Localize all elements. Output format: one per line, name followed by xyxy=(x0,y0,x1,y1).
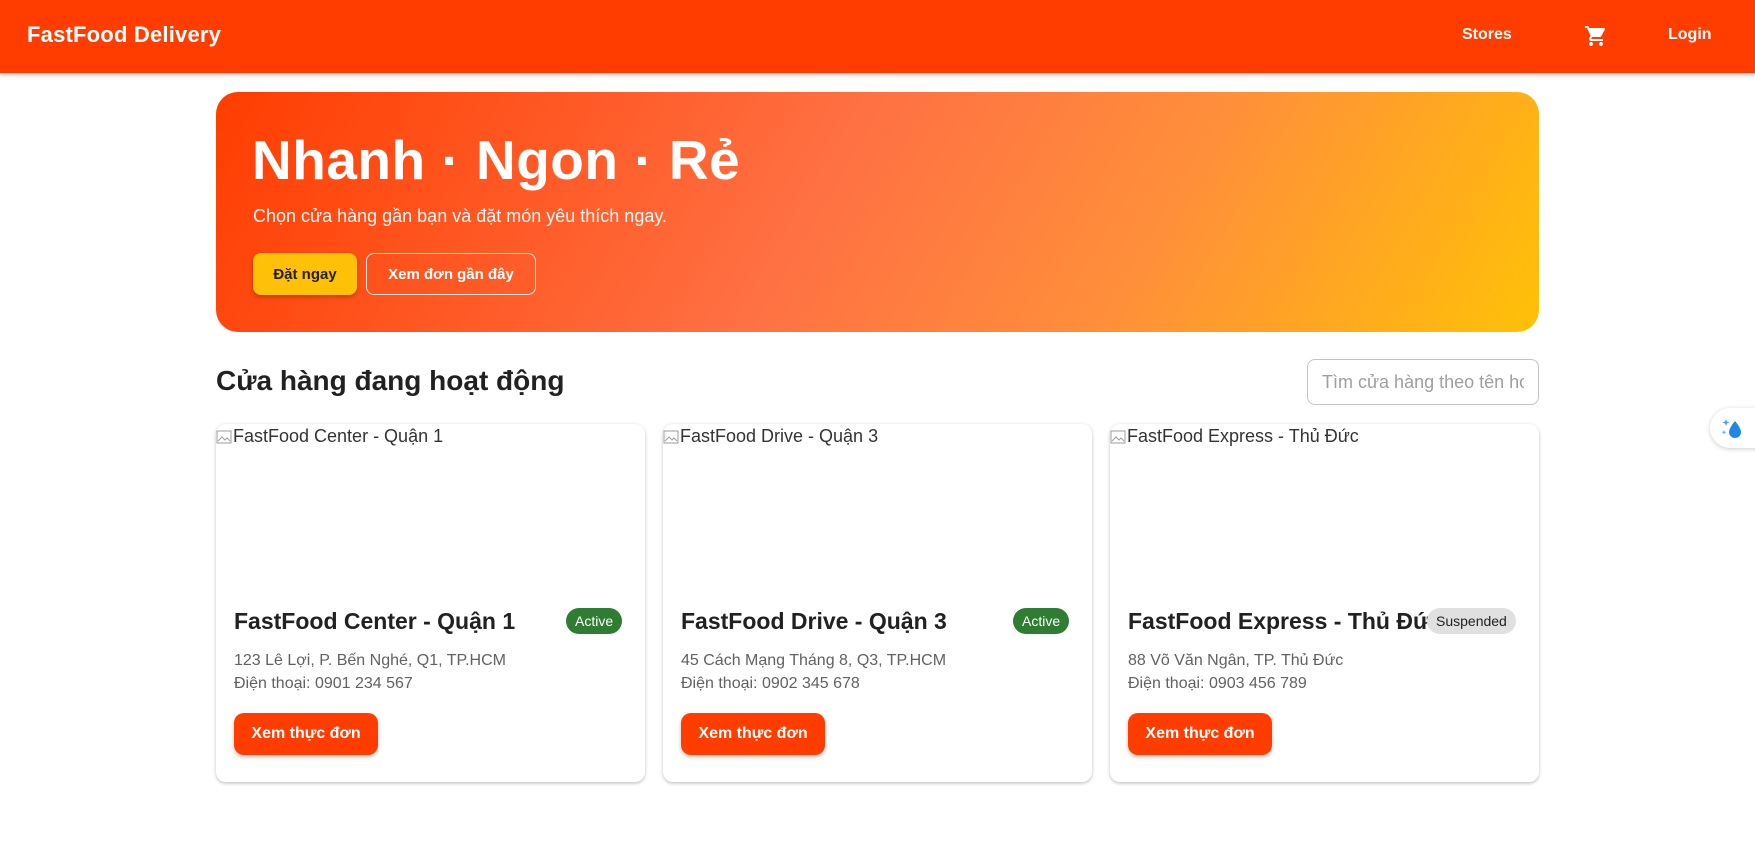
store-image: FastFood Express - Thủ Đức xyxy=(1110,426,1359,447)
hero-banner: Nhanh · Ngon · Rẻ Chọn cửa hàng gần bạn … xyxy=(216,92,1539,332)
view-menu-button[interactable]: Xem thực đơn xyxy=(234,713,378,755)
store-address: 123 Lê Lợi, P. Bến Nghé, Q1, TP.HCM xyxy=(234,652,506,669)
app-bar: FastFood Delivery Stores Login xyxy=(0,0,1755,73)
status-badge: Active xyxy=(1013,608,1070,634)
floating-assistant-button[interactable] xyxy=(1710,408,1755,448)
store-name: FastFood Drive - Quận 3 xyxy=(681,608,947,634)
store-search-field xyxy=(1307,359,1539,405)
store-address: 45 Cách Mạng Tháng 8, Q3, TP.HCM xyxy=(681,652,947,669)
store-card: FastFood Center - Quận 1 FastFood Center… xyxy=(216,424,645,782)
broken-image-icon xyxy=(1110,430,1126,443)
store-card: FastFood Express - Thủ Đức FastFood Expr… xyxy=(1110,424,1539,782)
sparkle-drop-icon xyxy=(1721,419,1741,438)
status-badge: Suspended xyxy=(1427,608,1516,634)
store-phone: Điện thoại: 0901 234 567 xyxy=(234,675,413,692)
store-image-alt-text: FastFood Express - Thủ Đức xyxy=(1127,426,1359,446)
view-menu-button[interactable]: Xem thực đơn xyxy=(1128,713,1272,755)
broken-image-icon xyxy=(216,430,232,443)
nav-login-link[interactable]: Login xyxy=(1668,26,1712,44)
store-image-alt-text: FastFood Center - Quận 1 xyxy=(233,426,444,446)
section-title: Cửa hàng đang hoạt động xyxy=(216,365,565,396)
store-card: FastFood Drive - Quận 3 FastFood Drive -… xyxy=(663,424,1092,782)
brand-logo[interactable]: FastFood Delivery xyxy=(27,22,221,48)
store-image: FastFood Center - Quận 1 xyxy=(216,426,443,447)
store-address: 88 Võ Văn Ngân, TP. Thủ Đức xyxy=(1128,652,1344,669)
shopping-cart-icon[interactable] xyxy=(1584,24,1608,48)
nav-stores-link[interactable]: Stores xyxy=(1462,26,1512,44)
status-badge: Active xyxy=(566,608,623,634)
recent-orders-button[interactable]: Xem đơn gần đây xyxy=(366,253,536,295)
hero-title: Nhanh · Ngon · Rẻ xyxy=(252,129,741,191)
store-name: FastFood Center - Quận 1 xyxy=(234,608,516,634)
broken-image-icon xyxy=(663,430,679,443)
store-image-alt-text: FastFood Drive - Quận 3 xyxy=(680,426,879,446)
store-phone: Điện thoại: 0902 345 678 xyxy=(681,675,860,692)
order-now-button[interactable]: Đặt ngay xyxy=(253,253,357,295)
store-image: FastFood Drive - Quận 3 xyxy=(663,426,878,447)
store-phone: Điện thoại: 0903 456 789 xyxy=(1128,675,1307,692)
view-menu-button[interactable]: Xem thực đơn xyxy=(681,713,825,755)
store-search-input[interactable] xyxy=(1308,360,1538,404)
hero-subtitle: Chọn cửa hàng gần bạn và đặt món yêu thí… xyxy=(253,206,667,226)
store-name: FastFood Express - Thủ Đức xyxy=(1128,608,1443,634)
